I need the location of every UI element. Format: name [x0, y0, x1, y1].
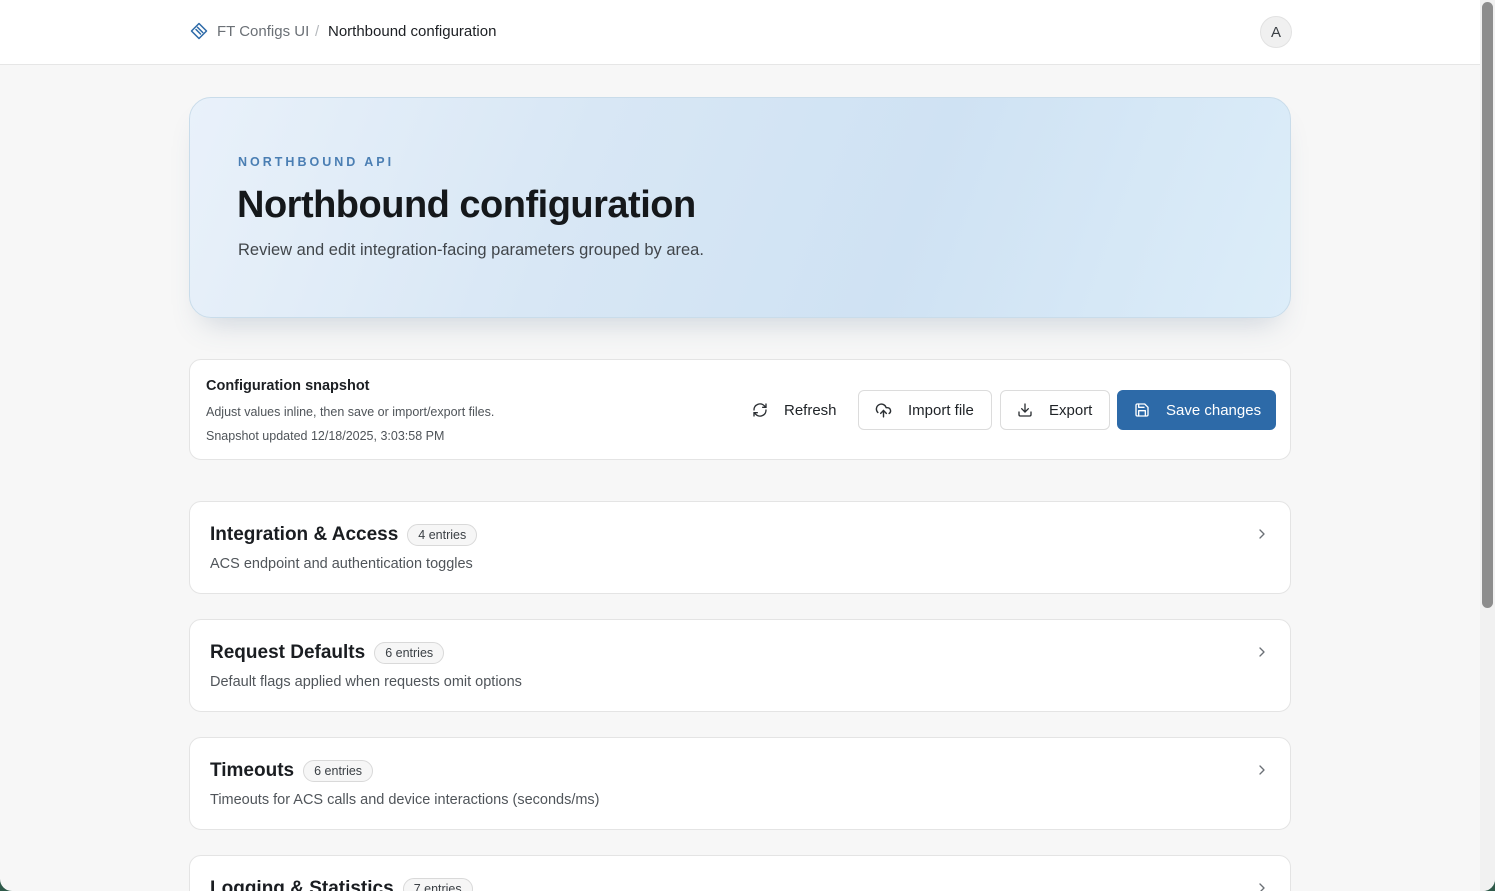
- section-entries-badge: 7 entries: [402, 878, 473, 891]
- page-subtitle: Review and edit integration-facing param…: [238, 241, 704, 259]
- section-entries-badge: 4 entries: [407, 524, 478, 546]
- save-icon: [1135, 403, 1149, 417]
- section-entries-badge: 6 entries: [303, 760, 374, 782]
- refresh-button-label: Refresh: [784, 401, 837, 419]
- snapshot-description: Adjust values inline, then save or impor…: [206, 405, 495, 419]
- save-changes-button[interactable]: Save changes: [1117, 390, 1276, 430]
- section-title: Request Defaults: [210, 642, 366, 663]
- save-changes-button-label: Save changes: [1166, 401, 1262, 419]
- section-title: Timeouts: [210, 760, 295, 781]
- refresh-icon: [753, 403, 767, 417]
- section-integration-access[interactable]: Integration & Access 4 entries ACS endpo…: [189, 501, 1291, 594]
- hero-eyebrow-label: NORTHBOUND API: [238, 155, 395, 169]
- chevron-right-icon[interactable]: [1254, 880, 1270, 891]
- page-title: Northbound configuration: [237, 184, 696, 226]
- snapshot-title: Configuration snapshot: [206, 378, 370, 394]
- page-hero-banner: NORTHBOUND API Northbound configuration …: [189, 97, 1291, 318]
- section-timeouts[interactable]: Timeouts 6 entries Timeouts for ACS call…: [189, 737, 1291, 830]
- app-window: FT Configs UI / Northbound configuration…: [0, 0, 1495, 891]
- section-logging-statistics[interactable]: Logging & Statistics 7 entries: [189, 855, 1291, 891]
- breadcrumb-current-page: Northbound configuration: [328, 23, 497, 40]
- section-description: Default flags applied when requests omit…: [210, 674, 522, 690]
- section-title: Integration & Access: [210, 524, 399, 545]
- page-scrollbar-thumb[interactable]: [1482, 2, 1493, 608]
- top-navigation-bar: FT Configs UI / Northbound configuration…: [0, 0, 1480, 65]
- export-button[interactable]: Export: [1000, 390, 1110, 430]
- breadcrumb-root-link[interactable]: FT Configs UI: [217, 23, 309, 41]
- snapshot-updated-timestamp: Snapshot updated 12/18/2025, 3:03:58 PM: [206, 429, 445, 443]
- section-description: Timeouts for ACS calls and device intera…: [210, 792, 600, 808]
- brand-logo-icon[interactable]: [190, 22, 208, 40]
- chevron-right-icon[interactable]: [1254, 762, 1270, 778]
- export-button-label: Export: [1049, 401, 1093, 419]
- configuration-snapshot-panel: Configuration snapshot Adjust values inl…: [189, 359, 1291, 460]
- chevron-right-icon[interactable]: [1254, 644, 1270, 660]
- download-icon: [1018, 403, 1032, 417]
- refresh-button[interactable]: Refresh: [739, 390, 847, 430]
- section-entries-badge: 6 entries: [374, 642, 445, 664]
- chevron-right-icon[interactable]: [1254, 526, 1270, 542]
- breadcrumb-separator: /: [315, 23, 320, 40]
- import-file-button-label: Import file: [908, 401, 974, 419]
- section-description: ACS endpoint and authentication toggles: [210, 556, 473, 572]
- section-title: Logging & Statistics: [210, 878, 394, 891]
- user-avatar[interactable]: A: [1260, 16, 1292, 48]
- section-request-defaults[interactable]: Request Defaults 6 entries Default flags…: [189, 619, 1291, 712]
- cloud-upload-icon: [875, 402, 892, 418]
- import-file-button[interactable]: Import file: [858, 390, 992, 430]
